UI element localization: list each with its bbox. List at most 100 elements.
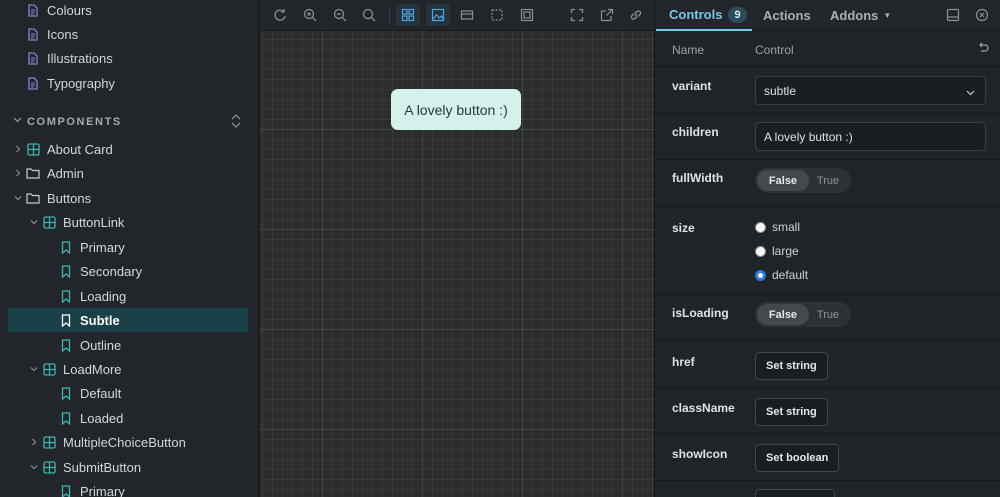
control-row-showicon: showIcon Set boolean bbox=[655, 434, 1000, 497]
next-control-button-partial[interactable] bbox=[755, 489, 835, 497]
sidebar-item-label: Illustrations bbox=[47, 50, 113, 66]
fullscreen-icon[interactable] bbox=[565, 4, 589, 26]
sidebar-item-label: About Card bbox=[47, 141, 113, 157]
sidebar-item-admin[interactable]: Admin bbox=[11, 162, 84, 184]
sidebar-item-typography[interactable]: Typography bbox=[25, 72, 115, 94]
folder-icon bbox=[25, 190, 41, 206]
tab-addons[interactable]: Addons ▼ bbox=[830, 0, 891, 31]
tab-controls[interactable]: Controls 9 bbox=[656, 0, 752, 31]
bookmark-icon bbox=[58, 263, 74, 279]
prop-name: variant bbox=[672, 79, 712, 93]
sidebar-item-loaded[interactable]: Loaded bbox=[58, 407, 123, 429]
header-control: Control bbox=[755, 43, 794, 57]
outline-icon[interactable] bbox=[515, 4, 539, 26]
sidebar-item-colours[interactable]: Colours bbox=[25, 0, 92, 21]
sidebar-item-multiplechoicebutton[interactable]: MultipleChoiceButton bbox=[27, 431, 186, 453]
sidebar-item-loadmore[interactable]: LoadMore bbox=[27, 358, 122, 380]
prop-name: size bbox=[672, 221, 695, 235]
sidebar: Colours Icons Illustrations Typography C… bbox=[0, 0, 259, 497]
control-row-variant: variant subtle bbox=[655, 67, 1000, 114]
radio-label: large bbox=[772, 244, 799, 258]
viewport-icon[interactable] bbox=[455, 4, 479, 26]
component-icon bbox=[41, 459, 57, 475]
prop-name: showIcon bbox=[672, 447, 728, 461]
sidebar-item-icons[interactable]: Icons bbox=[25, 23, 78, 45]
sidebar-item-illustrations[interactable]: Illustrations bbox=[25, 47, 113, 69]
bookmark-icon bbox=[58, 312, 74, 328]
prop-name: fullWidth bbox=[672, 171, 724, 185]
preview-button[interactable]: A lovely button :) bbox=[391, 89, 521, 130]
fullwidth-toggle[interactable]: False True bbox=[755, 168, 851, 193]
section-label: COMPONENTS bbox=[27, 116, 122, 128]
sidebar-item-about-card[interactable]: About Card bbox=[11, 138, 113, 160]
addon-panel: Controls 9 Actions Addons ▼ Name Control… bbox=[654, 0, 1000, 497]
canvas-toolbar bbox=[260, 0, 654, 31]
toggle-option-true[interactable]: True bbox=[809, 304, 847, 325]
expand-collapse-icon[interactable] bbox=[230, 113, 242, 132]
sidebar-item-label: Secondary bbox=[80, 263, 143, 279]
copy-link-icon[interactable] bbox=[624, 4, 648, 26]
zoom-reset-icon[interactable] bbox=[357, 4, 381, 26]
sidebar-item-subtle[interactable]: Subtle bbox=[8, 308, 248, 332]
bookmark-icon bbox=[58, 385, 74, 401]
showicon-set-boolean-button[interactable]: Set boolean bbox=[755, 444, 840, 472]
sidebar-item-label: Default bbox=[80, 385, 122, 401]
background-icon[interactable] bbox=[426, 4, 450, 26]
prop-name: href bbox=[672, 355, 695, 369]
href-set-string-button[interactable]: Set string bbox=[755, 352, 828, 380]
sidebar-item-label: SubmitButton bbox=[63, 459, 142, 475]
sidebar-item-buttons[interactable]: Buttons bbox=[11, 187, 91, 209]
controls-header-row: Name Control bbox=[655, 31, 1000, 67]
chevron-down-icon bbox=[27, 463, 41, 471]
sidebar-item-primary[interactable]: Primary bbox=[58, 236, 125, 258]
size-radio-default[interactable]: default bbox=[755, 266, 808, 284]
toggle-option-false[interactable]: False bbox=[757, 170, 809, 191]
toggle-option-false[interactable]: False bbox=[757, 304, 809, 325]
close-panel-icon[interactable] bbox=[975, 8, 989, 27]
sidebar-item-secondary[interactable]: Secondary bbox=[58, 260, 142, 282]
isloading-toggle[interactable]: False True bbox=[755, 302, 851, 327]
tab-actions[interactable]: Actions bbox=[763, 0, 811, 31]
reset-icon[interactable] bbox=[977, 42, 989, 57]
sidebar-item-label: Loaded bbox=[80, 410, 124, 426]
size-radio-large[interactable]: large bbox=[755, 242, 799, 260]
classname-set-string-button[interactable]: Set string bbox=[755, 398, 828, 426]
sidebar-item-label: Admin bbox=[47, 165, 84, 181]
component-icon bbox=[41, 434, 57, 450]
sidebar-item-default[interactable]: Default bbox=[58, 382, 121, 404]
chevron-down-icon bbox=[11, 194, 25, 202]
tab-label: Actions bbox=[763, 8, 811, 23]
sidebar-item-submitbutton[interactable]: SubmitButton bbox=[27, 456, 141, 478]
prop-name: className bbox=[672, 401, 735, 415]
sidebar-item-primary-submit[interactable]: Primary bbox=[58, 480, 125, 497]
children-textarea[interactable]: A lovely button :) bbox=[755, 122, 986, 151]
radio-dot bbox=[755, 221, 766, 233]
panel-layout-icon[interactable] bbox=[946, 8, 960, 27]
sidebar-item-buttonlink[interactable]: ButtonLink bbox=[27, 211, 124, 233]
control-row-size: size small large default bbox=[655, 207, 1000, 295]
toggle-option-true[interactable]: True bbox=[809, 170, 847, 191]
preview-canvas: A lovely button :) bbox=[260, 31, 654, 497]
bookmark-icon bbox=[58, 410, 74, 426]
zoom-in-icon[interactable] bbox=[298, 4, 322, 26]
zoom-out-icon[interactable] bbox=[328, 4, 352, 26]
document-icon bbox=[25, 2, 41, 18]
control-row-classname: className Set string bbox=[655, 388, 1000, 434]
folder-icon bbox=[25, 165, 41, 181]
chevron-down-icon bbox=[27, 218, 41, 226]
bookmark-icon bbox=[58, 288, 74, 304]
chevron-right-icon bbox=[11, 145, 25, 153]
measure-icon[interactable] bbox=[485, 4, 509, 26]
chevron-down-icon bbox=[13, 115, 22, 127]
reload-icon[interactable] bbox=[268, 4, 292, 26]
document-icon bbox=[25, 50, 41, 66]
components-section-header[interactable]: COMPONENTS bbox=[0, 112, 258, 132]
grid-icon[interactable] bbox=[396, 4, 420, 26]
size-radio-small[interactable]: small bbox=[755, 218, 800, 236]
sidebar-item-outline[interactable]: Outline bbox=[58, 334, 121, 356]
sidebar-item-loading[interactable]: Loading bbox=[58, 285, 126, 307]
control-row-fullwidth: fullWidth False True bbox=[655, 160, 1000, 207]
select-value: subtle bbox=[764, 83, 797, 98]
open-new-tab-icon[interactable] bbox=[595, 4, 619, 26]
variant-select[interactable]: subtle bbox=[755, 76, 986, 105]
